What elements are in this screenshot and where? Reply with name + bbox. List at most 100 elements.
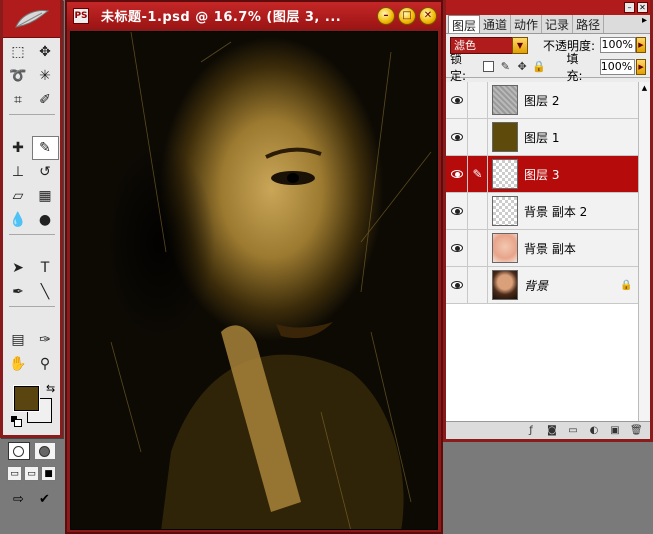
layer-row[interactable]: 背景 副本 [446, 230, 638, 267]
panel-menu-icon[interactable]: ▸ [642, 15, 647, 33]
visibility-toggle[interactable] [446, 156, 468, 192]
swap-colors-icon[interactable]: ⇆ [46, 382, 55, 395]
notes-tool[interactable]: ▤ [5, 328, 32, 352]
layer-style-icon[interactable]: ƒ [525, 425, 537, 437]
edit-icon[interactable]: ✔ [34, 489, 56, 509]
lasso-tool[interactable]: ➰ [5, 64, 32, 88]
line-tool[interactable]: ╲ [32, 280, 59, 304]
layer-name: 背景 [524, 278, 549, 293]
layer-link-cell[interactable] [468, 82, 488, 118]
adjustment-layer-icon[interactable]: ◐ [588, 425, 600, 437]
standard-screen-button[interactable]: ▭ [7, 466, 22, 481]
maximize-icon[interactable]: □ [398, 6, 416, 25]
jump-row: ⇨ ✔ [3, 489, 60, 509]
new-group-icon[interactable]: ▭ [567, 425, 579, 437]
slice-tool[interactable]: ✐ [32, 88, 59, 112]
panel-minimize-icon[interactable]: – [624, 2, 635, 13]
magic-wand-tool[interactable]: ✳ [32, 64, 59, 88]
default-colors-icon[interactable] [11, 416, 22, 427]
lock-image-icon[interactable]: ✎ [500, 61, 511, 72]
image-canvas[interactable] [70, 31, 438, 530]
layer-link-cell[interactable] [468, 119, 488, 155]
dodge-tool[interactable]: ● [32, 208, 59, 232]
zoom-tool[interactable]: ⚲ [32, 352, 59, 376]
lock-position-icon[interactable]: ✥ [517, 61, 528, 72]
panel-title-bar[interactable]: – ✕ [446, 0, 650, 15]
minimize-icon[interactable]: – [377, 6, 395, 25]
panel-tabs: 图层 通道 动作 记录 路径 ▸ [446, 15, 650, 34]
layer-link-cell[interactable] [468, 193, 488, 229]
quick-mask-button[interactable] [33, 442, 56, 460]
brush-icon[interactable]: ✎ [468, 156, 488, 192]
full-screen-button[interactable]: ■ [41, 466, 56, 481]
layer-list: 图层 2 图层 1 ✎ 图层 3 背景 副本 2 背景 副本 背景 🔒 [446, 82, 638, 422]
layer-row[interactable]: 背景 🔒 [446, 267, 638, 304]
type-tool[interactable]: T [32, 256, 59, 280]
standard-mode-button[interactable] [7, 442, 30, 460]
layer-row[interactable]: 背景 副本 2 [446, 193, 638, 230]
photoshop-feather-logo[interactable] [3, 0, 60, 38]
visibility-toggle[interactable] [446, 267, 468, 303]
full-screen-menu-button[interactable]: ▭ [24, 466, 39, 481]
opacity-slider-arrow-icon[interactable]: ▶ [636, 37, 646, 53]
color-swatches: ⇆ [3, 380, 60, 438]
foreground-color-swatch[interactable] [13, 385, 40, 412]
layer-name: 图层 2 [524, 93, 560, 108]
tab-layers[interactable]: 图层 [448, 15, 481, 33]
visibility-toggle[interactable] [446, 193, 468, 229]
visibility-toggle[interactable] [446, 230, 468, 266]
opacity-input[interactable]: 100% [600, 37, 636, 53]
gradient-tool[interactable]: ▦ [32, 184, 59, 208]
document-window: PS 未标题-1.psd @ 16.7% (图层 3, ... – □ ✕ [65, 0, 443, 534]
portrait-image [71, 32, 437, 529]
fill-input[interactable]: 100% [599, 58, 636, 75]
layer-name: 图层 3 [524, 167, 560, 182]
panel-close-icon[interactable]: ✕ [637, 2, 648, 13]
layer-thumbnail [492, 196, 518, 226]
layer-link-cell[interactable] [468, 230, 488, 266]
eye-icon [450, 170, 463, 178]
marquee-tool[interactable]: ⬚ [5, 40, 32, 64]
document-title-bar[interactable]: PS 未标题-1.psd @ 16.7% (图层 3, ... – □ ✕ [67, 2, 441, 29]
lock-label: 锁定: [450, 51, 467, 83]
fill-slider-arrow-icon[interactable]: ▶ [636, 58, 646, 75]
close-icon[interactable]: ✕ [419, 6, 437, 25]
move-tool[interactable]: ✥ [32, 40, 59, 64]
eye-icon [450, 281, 463, 289]
blend-mode-select[interactable]: 滤色 ▼ [450, 36, 528, 54]
hand-tool[interactable]: ✋ [5, 352, 32, 376]
new-layer-icon[interactable]: ▣ [609, 425, 621, 437]
healing-brush-tool[interactable]: ✚ [5, 136, 32, 160]
visibility-toggle[interactable] [446, 82, 468, 118]
layer-thumbnail [492, 233, 518, 263]
tab-actions[interactable]: 动作 [511, 15, 543, 33]
layer-row[interactable]: 图层 2 [446, 82, 638, 119]
eyedropper-tool[interactable]: ✑ [32, 328, 59, 352]
crop-tool[interactable]: ⌗ [5, 88, 32, 112]
trash-icon[interactable]: 🗑 [630, 425, 643, 437]
eraser-tool[interactable]: ▱ [5, 184, 32, 208]
chevron-down-icon[interactable]: ▼ [511, 36, 528, 54]
lock-all-icon[interactable]: 🔒 [532, 61, 546, 72]
tab-history[interactable]: 记录 [542, 15, 574, 33]
feather-icon [14, 9, 49, 28]
history-brush-tool[interactable]: ↺ [32, 160, 59, 184]
scroll-up-icon[interactable]: ▲ [639, 82, 650, 94]
path-selection-tool[interactable]: ➤ [5, 256, 32, 280]
lock-transparency-icon[interactable] [483, 61, 495, 72]
document-title: 未标题-1.psd @ 16.7% (图层 3, ... [101, 10, 342, 25]
jump-to-imageready-icon[interactable]: ⇨ [8, 489, 30, 509]
visibility-toggle[interactable] [446, 119, 468, 155]
pen-tool[interactable]: ✒ [5, 280, 32, 304]
layer-list-scrollbar[interactable]: ▲ [638, 82, 650, 422]
layer-row[interactable]: 图层 1 [446, 119, 638, 156]
layer-row[interactable]: ✎ 图层 3 [446, 156, 638, 193]
brush-tool[interactable]: ✎ [31, 136, 59, 160]
document-icon: PS [73, 7, 89, 24]
tab-channels[interactable]: 通道 [480, 15, 512, 33]
clone-stamp-tool[interactable]: ⊥ [5, 160, 32, 184]
blur-tool[interactable]: 💧 [5, 208, 32, 232]
layer-mask-icon[interactable]: ◙ [546, 425, 558, 437]
tab-paths[interactable]: 路径 [573, 15, 605, 33]
layer-link-cell[interactable] [468, 267, 488, 303]
